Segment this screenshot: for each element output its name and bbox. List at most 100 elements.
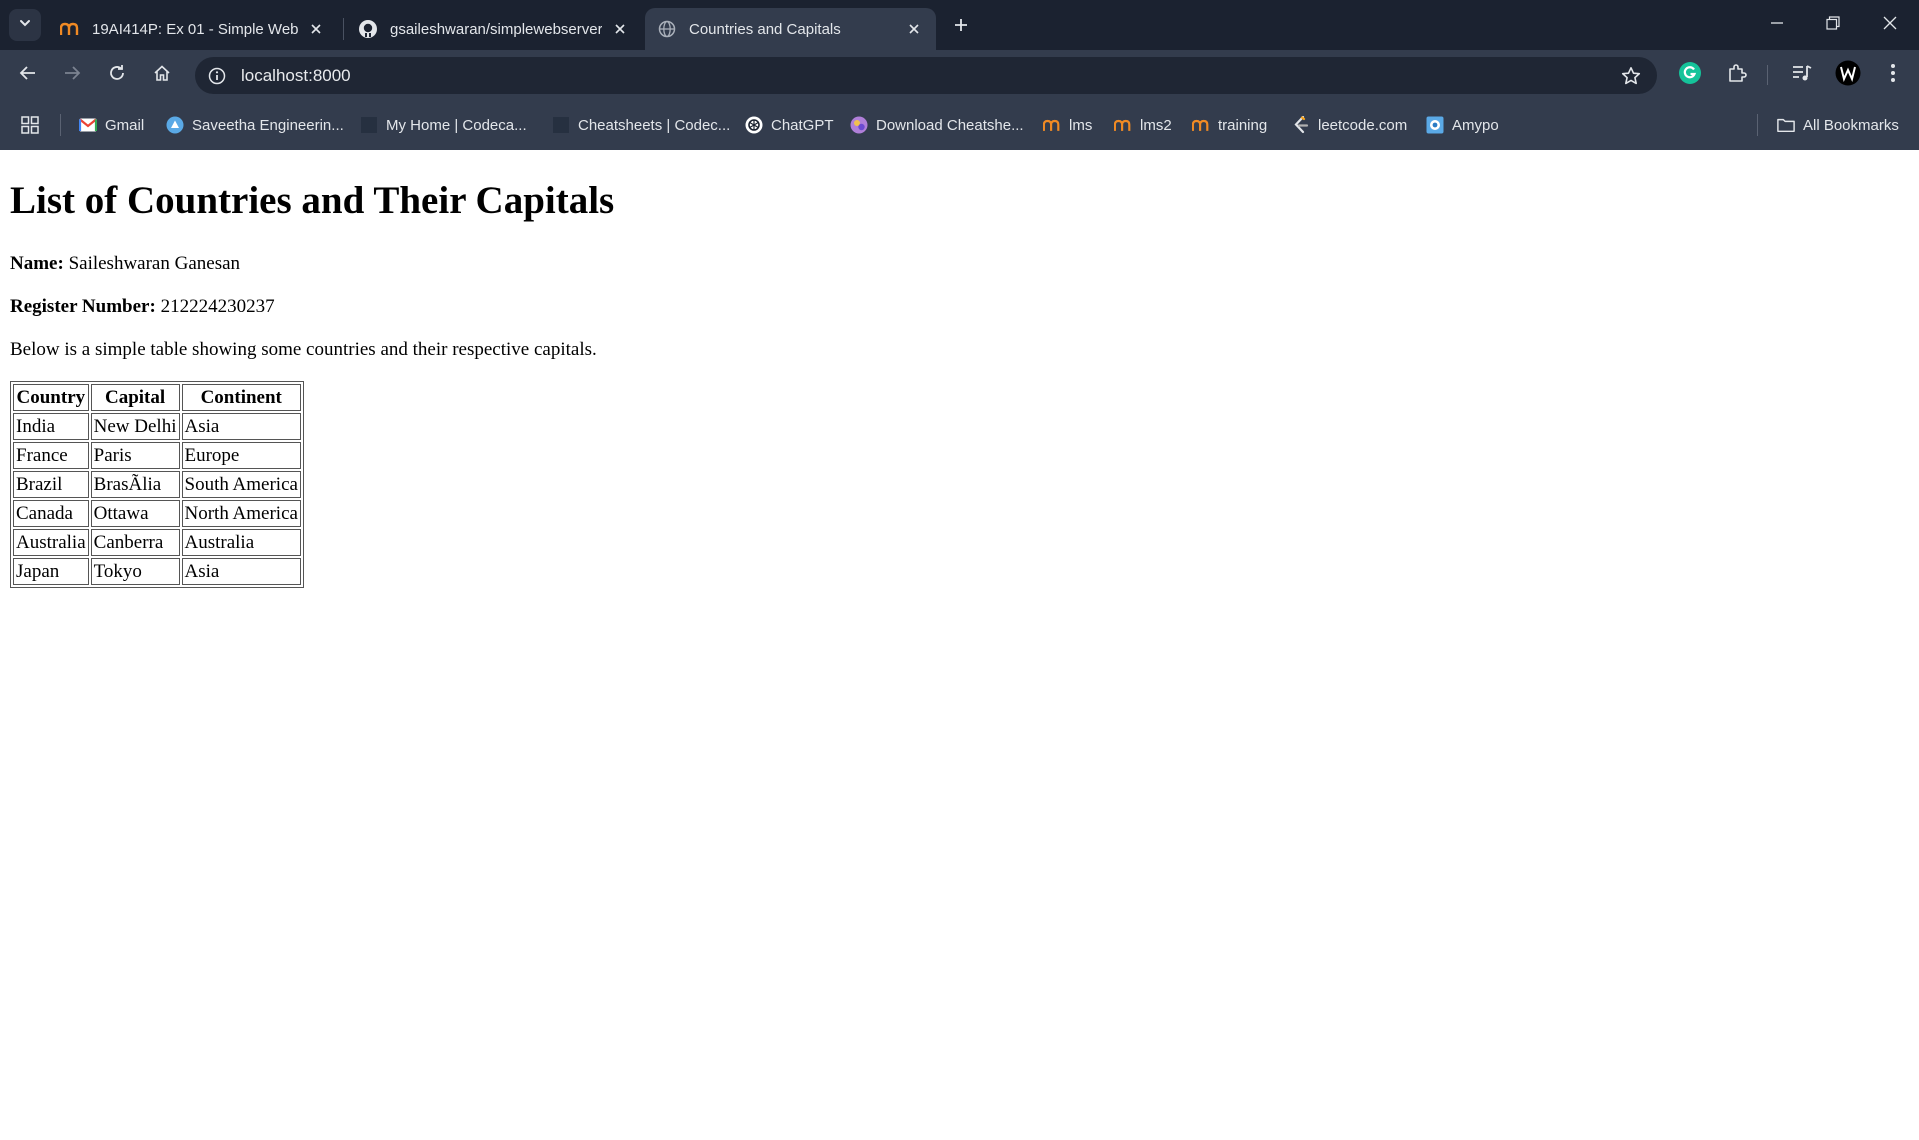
bookmark-label: Cheatsheets | Codec... [578,116,731,134]
country-cell: India [13,413,89,440]
capital-cell: New Delhi [90,413,180,440]
table-row: Japan Tokyo Asia [13,558,301,585]
url-text[interactable]: localhost:8000 [241,66,351,86]
back-button[interactable] [12,59,44,91]
bookmark-amypo[interactable]: Amypo [1426,113,1499,137]
back-arrow-icon [19,64,37,87]
bookmark-lms[interactable]: lms [1043,113,1092,137]
tab-strip: 19AI414P: Ex 01 - Simple Webse gsaileshw… [0,0,1919,50]
table-row: Canada Ottawa North America [13,500,301,527]
student-name: Name: Saileshwaran Ganesan [10,253,240,275]
plus-icon [953,17,969,38]
restore-icon [1826,15,1840,35]
bookmark-lms2[interactable]: lms2 [1114,113,1172,137]
country-cell: Canada [13,500,89,527]
page-description: Below is a simple table showing some cou… [10,339,597,360]
playlist-icon [1791,62,1813,89]
all-bookmarks-button[interactable]: All Bookmarks [1777,113,1899,137]
capital-cell: Ottawa [90,500,180,527]
bookmark-download-cheatsheet[interactable]: Download Cheatshe... [850,113,1024,137]
bookmark-label: training [1218,116,1268,134]
home-button[interactable] [146,59,178,91]
bookmark-label: leetcode.com [1318,116,1408,134]
continent-cell: Europe [181,442,301,469]
continent-cell: North America [181,500,301,527]
bookmark-training[interactable]: training [1192,113,1267,137]
continent-cell: Asia [181,558,301,585]
menu-button[interactable] [1878,60,1908,90]
profile-button[interactable] [1833,60,1863,90]
media-controls-button[interactable] [1787,60,1817,90]
table-row: Brazil BrasÃlia South America [13,471,301,498]
apps-button[interactable] [21,113,47,137]
bookmark-codecademy-cheatsheets[interactable]: Cheatsheets | Codec... [552,113,730,137]
lms-icon [1043,116,1061,134]
github-icon [358,19,378,39]
forward-arrow-icon [63,64,81,87]
bookmark-star-icon[interactable] [1619,64,1643,88]
table-row: India New Delhi Asia [13,413,301,440]
register-number: Register Number: 212224230237 [10,296,275,318]
forward-button[interactable] [56,59,88,91]
close-icon[interactable] [904,19,924,39]
close-window-button[interactable] [1870,8,1910,42]
bookmarks-divider [1757,114,1758,136]
bookmark-label: lms [1069,116,1093,134]
lms-icon [60,19,80,39]
extensions-button[interactable] [1722,60,1752,90]
tab-divider [343,18,344,40]
bookmark-gmail[interactable]: Gmail [79,113,144,137]
codecademy-icon [360,116,378,134]
bookmark-leetcode[interactable]: leetcode.com [1292,113,1407,137]
register-number-label: Register Number: [10,296,156,317]
tab-countries-capitals[interactable]: Countries and Capitals [645,8,936,50]
tab-lms-exercise[interactable]: 19AI414P: Ex 01 - Simple Webse [48,8,338,50]
reload-button[interactable] [101,59,133,91]
countries-table: Country Capital Continent India New Delh… [10,381,304,588]
restore-button[interactable] [1813,8,1853,42]
continent-cell: Australia [181,529,301,556]
site-info-icon[interactable] [205,64,229,88]
bookmark-codecademy-home[interactable]: My Home | Codeca... [360,113,527,137]
bookmark-label: lms2 [1140,116,1172,134]
close-icon[interactable] [306,19,326,39]
toolbar-divider [1767,65,1768,85]
cheatsheet-icon [850,116,868,134]
bookmarks-divider [60,114,61,136]
bookmark-saveetha[interactable]: Saveetha Engineerin... [166,113,344,137]
header-country: Country [13,384,89,411]
chevron-down-icon [18,16,32,35]
grammarly-extension-button[interactable] [1675,60,1705,90]
tab-search-button[interactable] [9,9,41,41]
bookmarks-bar: Gmail Saveetha Engineerin... My Home | C… [0,100,1919,150]
page-title: List of Countries and Their Capitals [10,179,615,222]
name-label: Name: [10,253,64,274]
bookmark-label: Gmail [105,116,145,134]
new-tab-button[interactable] [947,13,975,41]
capital-cell: Paris [90,442,180,469]
bookmark-chatgpt[interactable]: ChatGPT [745,113,834,137]
name-value: Saileshwaran Ganesan [68,253,241,274]
country-cell: Japan [13,558,89,585]
bookmark-label: Saveetha Engineerin... [192,116,344,134]
country-cell: France [13,442,89,469]
register-number-value: 212224230237 [160,296,275,317]
tab-github-repo[interactable]: gsaileshwaran/simplewebserver [346,8,642,50]
minimize-button[interactable] [1757,8,1797,42]
bookmark-label: ChatGPT [771,116,834,134]
bookmark-label: Amypo [1452,116,1499,134]
kebab-menu-icon [1890,63,1896,88]
all-bookmarks-label: All Bookmarks [1803,116,1899,134]
puzzle-icon [1726,62,1748,89]
bookmark-label: Download Cheatshe... [876,116,1024,134]
address-bar[interactable]: localhost:8000 [195,57,1657,94]
header-continent: Continent [181,384,301,411]
chatgpt-icon [745,116,763,134]
bookmark-label: My Home | Codeca... [386,116,527,134]
close-icon[interactable] [610,19,630,39]
grammarly-icon [1678,61,1702,90]
country-cell: Australia [13,529,89,556]
folder-icon [1777,116,1795,134]
amypo-icon [1426,116,1444,134]
continent-cell: South America [181,471,301,498]
